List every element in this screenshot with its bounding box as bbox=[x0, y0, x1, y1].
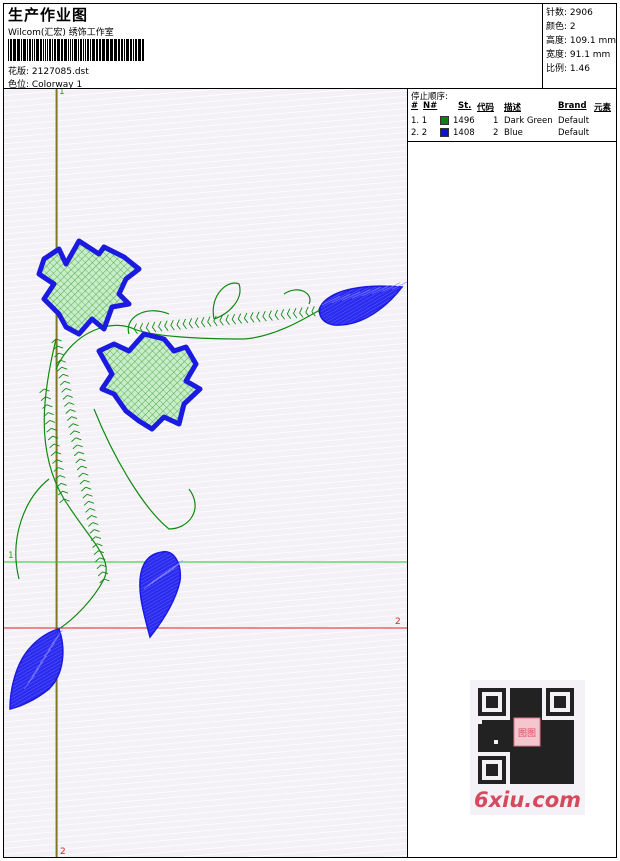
qr-center-stamp: 图图 bbox=[518, 728, 536, 739]
stop-sequence-panel: 停止顺序: # N# St. 代码 描述 Brand 元素 1. 1 1496 … bbox=[408, 89, 617, 142]
embroidery-design bbox=[4, 89, 407, 857]
blue-leaf-center bbox=[139, 550, 182, 639]
sheet-title: 生产作业图 bbox=[8, 6, 89, 24]
green-leaf-middle bbox=[96, 331, 203, 432]
col-header-index: # bbox=[411, 101, 419, 111]
col-header-brand: Brand bbox=[558, 101, 587, 111]
design-file-label: 花版: 2127085.dst bbox=[8, 67, 89, 77]
row1-stitches: 1496 bbox=[453, 116, 475, 126]
sheet-header: 生产作业图 Wilcom(汇宏) 绣饰工作室 花版: 2127085.dst 色… bbox=[3, 3, 617, 90]
row2-brand: Default bbox=[558, 128, 590, 138]
green-leaf-upper bbox=[36, 238, 142, 337]
col-header-desc: 描述 bbox=[504, 103, 522, 113]
row1-brand: Default bbox=[558, 116, 590, 126]
design-width: 宽度: 91.1 mm bbox=[546, 50, 611, 60]
row2-code: 2 bbox=[493, 128, 499, 138]
row1-color-swatch bbox=[440, 116, 449, 125]
design-ratio: 比例: 1.46 bbox=[546, 64, 590, 74]
col-header-code: 代码 bbox=[477, 103, 495, 113]
barcode-image bbox=[8, 39, 144, 61]
col-header-needle: N# bbox=[423, 101, 438, 111]
blue-leaf-right bbox=[318, 285, 404, 326]
row1-code: 1 bbox=[493, 116, 499, 126]
col-header-element: 元素 bbox=[594, 103, 612, 113]
row1-index: 1. 1 bbox=[411, 116, 428, 126]
company-name: Wilcom(汇宏) 绣饰工作室 bbox=[8, 28, 114, 38]
col-header-stitches: St. bbox=[458, 101, 472, 111]
design-height: 高度: 109.1 mm bbox=[546, 36, 617, 46]
red-axis-bottom-label: 2 bbox=[60, 847, 66, 857]
row2-index: 2. 2 bbox=[411, 128, 428, 138]
red-axis-right-label: 2 bbox=[395, 617, 401, 627]
green-axis-left-label: 1 bbox=[8, 551, 14, 561]
stitch-count: 针数: 2906 bbox=[546, 8, 593, 18]
row2-color-swatch bbox=[440, 128, 449, 137]
stats-panel: 针数: 2906 颜色: 2 高度: 109.1 mm 宽度: 91.1 mm … bbox=[542, 3, 617, 89]
color-count: 颜色: 2 bbox=[546, 22, 576, 32]
row2-desc: Blue bbox=[504, 128, 523, 138]
watermark-site-logo: 6xiu.com bbox=[474, 788, 582, 812]
design-canvas[interactable]: 1 1 2 2 bbox=[4, 89, 408, 857]
row2-stitches: 1408 bbox=[453, 128, 475, 138]
row1-desc: Dark Green bbox=[504, 116, 553, 126]
green-axis-top-label: 1 bbox=[59, 89, 65, 97]
